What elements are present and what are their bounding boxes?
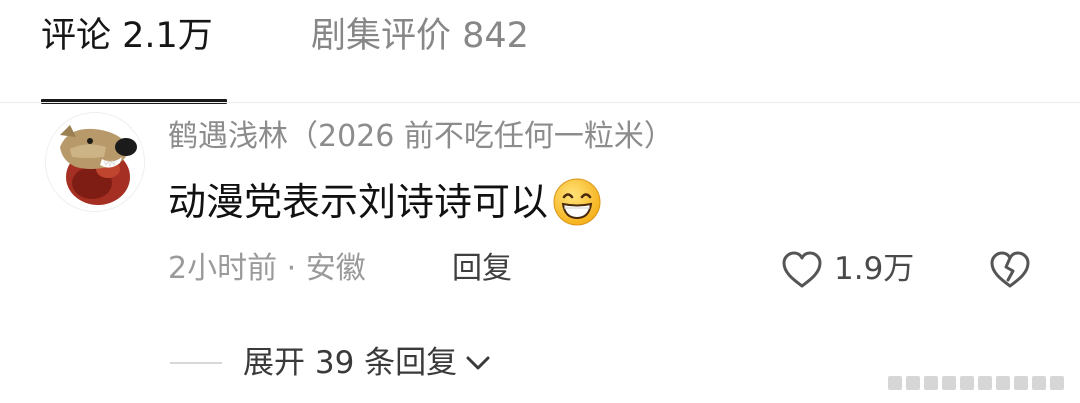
tab-comments[interactable]: 评论 2.1万	[41, 6, 213, 66]
heart-outline-icon	[782, 251, 822, 288]
comment-username[interactable]: 鹤遇浅林（2026 前不吃任何一粒米）	[168, 114, 674, 160]
tab-bar: 评论 2.1万 剧集评价 842	[0, 0, 1080, 104]
like-button[interactable]: 1.9万	[780, 246, 914, 292]
like-count: 1.9万	[834, 251, 915, 287]
expand-divider-line	[170, 362, 222, 364]
watermark	[888, 372, 1068, 394]
comment-meta: 2小时前 · 安徽	[168, 251, 366, 286]
expand-replies-button[interactable]: 展开 39 条回复	[243, 340, 493, 386]
expand-replies-label: 展开 39 条回复	[243, 345, 458, 381]
tab-divider	[0, 102, 1080, 103]
comment-body: 动漫党表示刘诗诗可以	[168, 176, 602, 228]
dog-avatar-icon	[46, 113, 144, 211]
tab-episode-reviews[interactable]: 剧集评价 842	[311, 6, 529, 66]
comment-text: 动漫党表示刘诗诗可以	[168, 180, 549, 224]
avatar[interactable]	[46, 113, 144, 211]
dislike-button[interactable]	[988, 248, 1032, 290]
reply-button[interactable]: 回复	[452, 246, 512, 292]
comment-panel: 评论 2.1万 剧集评价 842 鹤遇浅林（2026 前不吃任何一粒米） 动漫党…	[0, 0, 1080, 403]
broken-heart-icon	[990, 251, 1030, 288]
grinning-sweat-emoji-icon	[553, 178, 601, 226]
watermark-icon	[888, 376, 1064, 390]
chevron-down-icon	[466, 356, 490, 370]
